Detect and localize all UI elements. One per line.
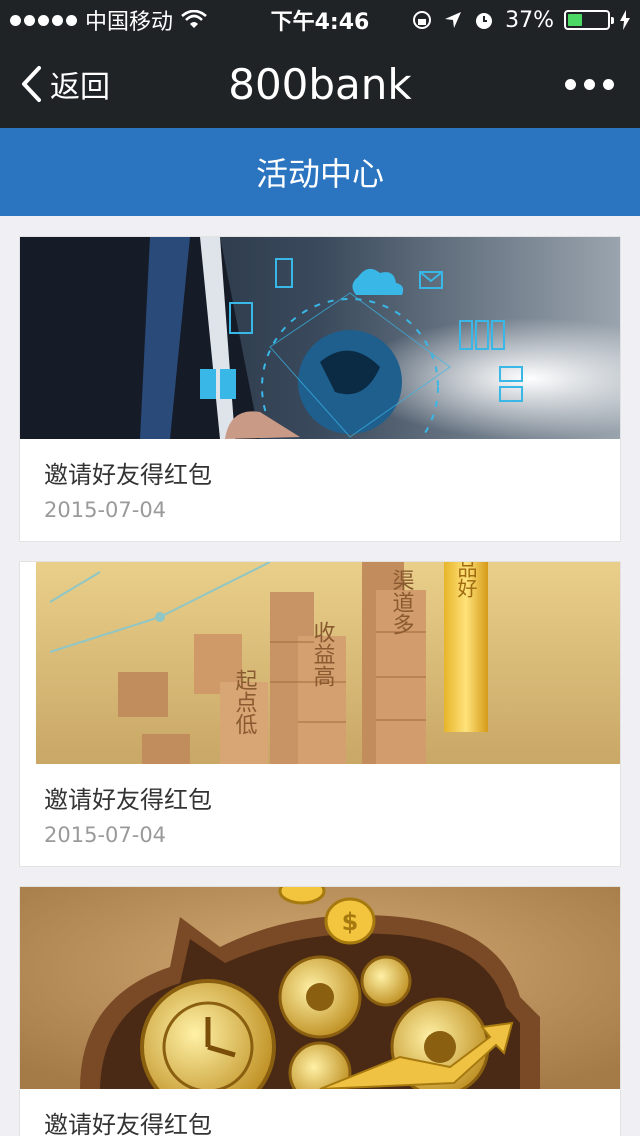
charging-bolt-icon bbox=[620, 10, 630, 30]
status-right: 37% bbox=[411, 8, 630, 33]
page-title: 活动中心 bbox=[255, 155, 384, 193]
svg-text:$: $ bbox=[342, 908, 359, 936]
card-image-piggy-gears: $ bbox=[20, 887, 620, 1089]
activity-card[interactable]: 邀请好友得红包 2015-07-04 bbox=[19, 236, 621, 542]
block-text-low-threshold: 起点低 bbox=[232, 669, 258, 735]
activity-card[interactable]: $ 邀请好友得红包 bbox=[19, 886, 621, 1136]
location-arrow-icon bbox=[445, 12, 462, 28]
battery-percent: 37% bbox=[505, 7, 554, 33]
card-image-blocks: 起点低 收益高 渠道多 产品好 bbox=[20, 562, 620, 764]
page-header: 活动中心 bbox=[0, 128, 640, 216]
card-date: 2015-07-04 bbox=[44, 823, 167, 847]
card-title: 邀请好友得红包 bbox=[44, 1111, 212, 1136]
battery-fill bbox=[568, 14, 583, 26]
card-title: 邀请好友得红包 bbox=[44, 461, 212, 489]
more-dots-icon[interactable] bbox=[565, 78, 640, 90]
block-text-many-channels: 渠道多 bbox=[389, 569, 415, 635]
wifi-icon bbox=[181, 10, 207, 28]
card-image-technology bbox=[20, 237, 620, 439]
signal-dots-icon bbox=[10, 14, 77, 26]
card-info: 邀请好友得红包 bbox=[20, 1089, 620, 1136]
card-info: 邀请好友得红包 2015-07-04 bbox=[20, 764, 620, 866]
chevron-left-icon bbox=[22, 66, 41, 102]
battery-icon bbox=[564, 10, 614, 30]
alarm-icon bbox=[476, 13, 493, 29]
activity-card[interactable]: 起点低 收益高 渠道多 产品好 邀请好友得红包 2015-07-04 bbox=[19, 561, 621, 867]
block-text-high-return: 收益高 bbox=[310, 621, 336, 687]
back-button[interactable]: 返回 bbox=[0, 62, 110, 106]
carrier-name: 中国移动 bbox=[85, 10, 174, 35]
status-bar: 中国移动 下午4:46 37% bbox=[0, 0, 640, 40]
card-info: 邀请好友得红包 2015-07-04 bbox=[20, 439, 620, 541]
card-date: 2015-07-04 bbox=[44, 498, 167, 522]
rotation-lock-icon bbox=[413, 11, 432, 29]
nav-bar: 返回 800bank bbox=[0, 40, 640, 128]
status-left: 中国移动 bbox=[10, 4, 207, 36]
gold-bar-text: 产品好 bbox=[454, 562, 478, 598]
card-title: 邀请好友得红包 bbox=[44, 786, 212, 814]
back-label: 返回 bbox=[50, 70, 110, 105]
activity-list: 邀请好友得红包 2015-07-04 起点低 收益高 渠道多 产品好 邀请好友得… bbox=[0, 216, 640, 1136]
